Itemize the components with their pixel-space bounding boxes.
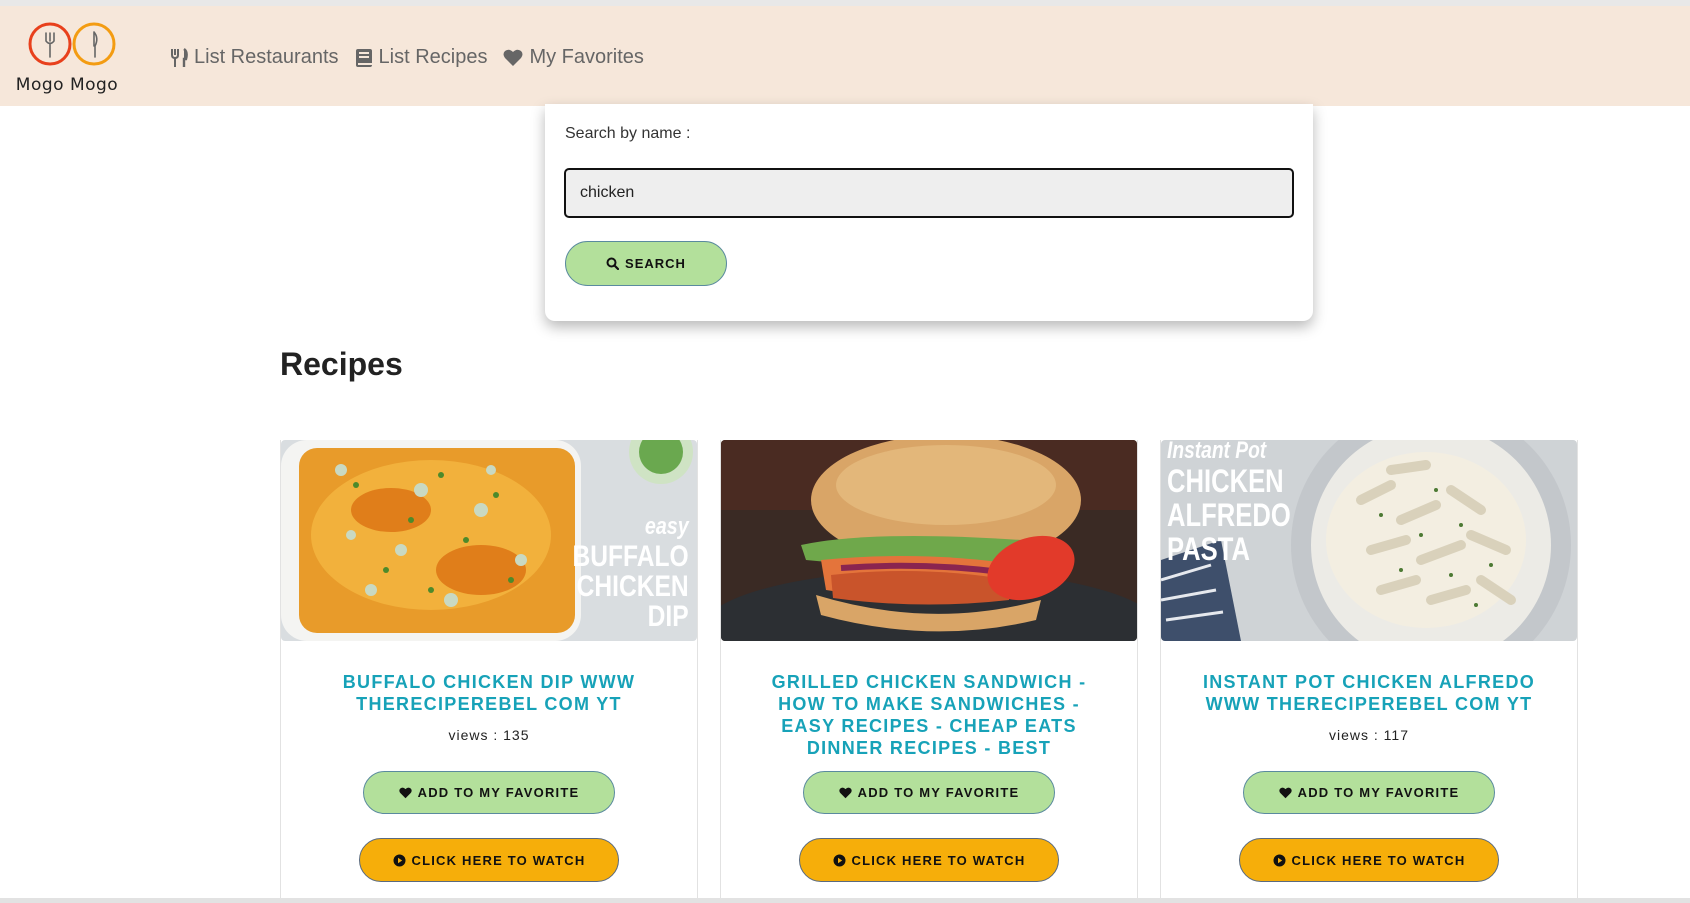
book-icon	[355, 48, 372, 67]
watch-button-label: CLICK HERE TO WATCH	[851, 852, 1026, 868]
navbar: Mogo Mogo List Restaurants List Recipes …	[0, 6, 1690, 106]
heart-icon	[838, 787, 852, 798]
play-circle-icon	[1273, 854, 1285, 866]
nav-list-recipes[interactable]: List Recipes	[355, 46, 488, 69]
search-button[interactable]: SEARCH	[565, 241, 727, 286]
search-card: Search by name : SEARCH	[545, 104, 1313, 321]
add-to-favorite-button[interactable]: ADD TO MY FAVORITE	[1243, 771, 1495, 814]
recipe-thumbnail[interactable]: Instant Pot CHICKEN ALFREDO PASTA	[1161, 440, 1577, 641]
recipe-card: easy BUFFALO CHICKEN DIP BUFFALO CHICKEN…	[280, 440, 698, 903]
add-to-favorite-label: ADD TO MY FAVORITE	[857, 785, 1020, 800]
search-button-label: SEARCH	[625, 256, 686, 271]
play-circle-icon	[393, 854, 405, 866]
watch-button-label: CLICK HERE TO WATCH	[1291, 852, 1466, 868]
heart-icon	[398, 787, 412, 798]
logo-rings-icon	[28, 22, 116, 66]
add-to-favorite-button[interactable]: ADD TO MY FAVORITE	[363, 771, 615, 814]
recipe-title[interactable]: INSTANT POT CHICKEN ALFREDO WWW THERECIP…	[1191, 671, 1547, 715]
play-circle-icon	[833, 854, 845, 866]
brand-logo[interactable]: Mogo Mogo	[12, 20, 122, 96]
watch-button[interactable]: CLICK HERE TO WATCH	[1239, 838, 1499, 882]
nav-list-recipes-label: List Recipes	[378, 46, 488, 68]
heart-icon	[1278, 787, 1292, 798]
nav-list-restaurants[interactable]: List Restaurants	[170, 46, 339, 69]
recipe-card: Instant Pot CHICKEN ALFREDO PASTA INSTAN…	[1160, 440, 1578, 903]
watch-button[interactable]: CLICK HERE TO WATCH	[799, 838, 1059, 882]
recipes-heading: Recipes	[280, 346, 403, 382]
thumbnail-caption: Instant Pot CHICKEN ALFREDO PASTA	[1167, 440, 1291, 567]
heart-icon	[503, 49, 523, 66]
brand-name: Mogo Mogo	[15, 75, 119, 95]
search-input[interactable]	[564, 168, 1294, 218]
watch-button[interactable]: CLICK HERE TO WATCH	[359, 838, 619, 882]
browser-bottom-edge	[0, 898, 1690, 903]
recipe-thumbnail[interactable]: easy BUFFALO CHICKEN DIP	[281, 440, 697, 641]
recipe-card: GRILLED CHICKEN SANDWICH - HOW TO MAKE S…	[720, 440, 1138, 903]
nav-list-restaurants-label: List Restaurants	[194, 46, 339, 68]
cutlery-icon	[171, 47, 188, 67]
recipe-views: views : 117	[1329, 727, 1409, 743]
recipe-views: views : 135	[448, 727, 530, 743]
search-icon	[606, 257, 620, 270]
watch-button-label: CLICK HERE TO WATCH	[411, 852, 586, 868]
nav-my-favorites[interactable]: My Favorites	[503, 46, 644, 69]
nav-links: List Restaurants List Recipes My Favorit…	[170, 46, 644, 69]
add-to-favorite-button[interactable]: ADD TO MY FAVORITE	[803, 771, 1055, 814]
thumbnail-caption: easy BUFFALO CHICKEN DIP	[572, 513, 689, 633]
add-to-favorite-label: ADD TO MY FAVORITE	[1297, 785, 1460, 800]
nav-my-favorites-label: My Favorites	[529, 46, 644, 68]
recipe-thumbnail[interactable]	[721, 440, 1137, 641]
recipe-title[interactable]: GRILLED CHICKEN SANDWICH - HOW TO MAKE S…	[751, 671, 1107, 759]
add-to-favorite-label: ADD TO MY FAVORITE	[417, 785, 580, 800]
recipe-title[interactable]: BUFFALO CHICKEN DIP WWW THERECIPEREBEL C…	[311, 671, 667, 715]
search-label: Search by name :	[565, 125, 691, 142]
